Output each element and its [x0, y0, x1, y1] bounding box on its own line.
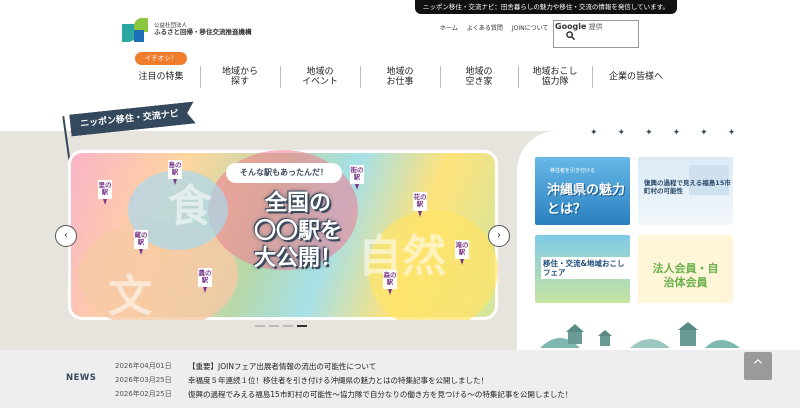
slider-prev-button[interactable]: ‹ — [55, 225, 77, 247]
slider-dot[interactable] — [269, 325, 279, 327]
main-nav: 注目の特集 地域から 探す 地域の イベント 地域の お仕事 地域の 空き家 地域おこし… — [122, 62, 680, 92]
slide-pill: そんな駅もあったんだ！ — [226, 163, 342, 183]
search-input[interactable]: Google 提供 — [553, 20, 639, 48]
slider-dot[interactable] — [283, 325, 293, 327]
station-sign: 森の駅 — [383, 270, 397, 295]
slide-word-nature: 自然 — [358, 231, 446, 282]
util-link-home[interactable]: ホーム — [440, 23, 458, 32]
nav-item-for-companies[interactable]: 企業の皆様へ — [592, 62, 680, 92]
site-logo[interactable]: 公益社団法人 ふるさと回帰・移住交流推進機構 — [122, 16, 252, 44]
slider-dot[interactable] — [255, 325, 265, 327]
news-item[interactable]: 2026年03月25日 幸福度５年連続１位！移住者を引き付ける沖縄県の魅力とはの… — [115, 375, 488, 386]
slider-next-button[interactable]: › — [488, 225, 510, 247]
utility-nav: ホーム よくある質問 JOINについて — [440, 23, 548, 32]
util-link-about[interactable]: JOINについて — [512, 23, 549, 32]
util-link-faq[interactable]: よくある質問 — [467, 23, 503, 32]
nav-item-events[interactable]: 地域の イベント — [280, 62, 360, 92]
site-tagline: ニッポン移住・交流ナビ：田舎暮らしの魅力や移住・交流の情報を発信しています。 — [414, 0, 677, 14]
logo-title: ふるさと回帰・移住交流推進機構 — [154, 28, 252, 37]
news-item[interactable]: 2026年02月25日 復興の過程でみえる福島15市町村の可能性〜協力隊で自分な… — [115, 389, 572, 400]
town-illustration-icon — [540, 322, 740, 348]
slider-pagination — [255, 325, 307, 327]
station-sign: 島の駅 — [168, 160, 182, 185]
back-to-top-button[interactable]: ^ — [744, 352, 772, 380]
banner-fair[interactable]: 移住・交流&地域おこしフェア — [535, 235, 630, 303]
nav-item-cooperation-corps[interactable]: 地域おこし 協力隊 — [518, 62, 592, 92]
google-brand: Google 提供 — [555, 22, 603, 31]
banner-fukushima[interactable]: 復興の過程で見える福島15市町村の可能性 — [638, 157, 733, 225]
banner-members[interactable]: 法人会員・自治体会員 — [638, 235, 733, 303]
station-sign: 街の駅 — [350, 165, 364, 190]
station-sign: 農の駅 — [198, 268, 212, 293]
search-icon[interactable] — [566, 31, 575, 40]
slide-title: 全国の 〇〇駅を 大公開！ — [253, 191, 342, 271]
nav-item-featured[interactable]: 注目の特集 — [122, 62, 200, 92]
hero-slide[interactable]: 食 文 自然 そんな駅もあったんだ！ 全国の 〇〇駅を 大公開！ 里の駅 島の駅… — [68, 150, 498, 320]
station-sign: 里の駅 — [98, 180, 112, 205]
banner-okinawa[interactable]: 移住者を引き付ける 沖縄県の魅力とは？ — [535, 157, 630, 225]
station-sign: 蔵の駅 — [134, 230, 148, 255]
slider-dot-active[interactable] — [297, 325, 307, 327]
station-sign: 滝の駅 — [455, 240, 469, 265]
news-heading: NEWS — [66, 373, 97, 383]
station-sign: 花の駅 — [413, 192, 427, 217]
nav-item-jobs[interactable]: 地域の お仕事 — [360, 62, 440, 92]
nav-item-search-region[interactable]: 地域から 探す — [200, 62, 280, 92]
logo-mark-icon — [122, 16, 150, 44]
stars-decoration: ✦✦✦✦✦✦ — [590, 128, 756, 138]
news-item[interactable]: 2026年04月01日 【重要】JOINフェア出展者情報の流出の可能性について — [115, 361, 376, 372]
slide-word-culture: 文 — [108, 271, 152, 320]
nav-item-vacant-houses[interactable]: 地域の 空き家 — [440, 62, 518, 92]
